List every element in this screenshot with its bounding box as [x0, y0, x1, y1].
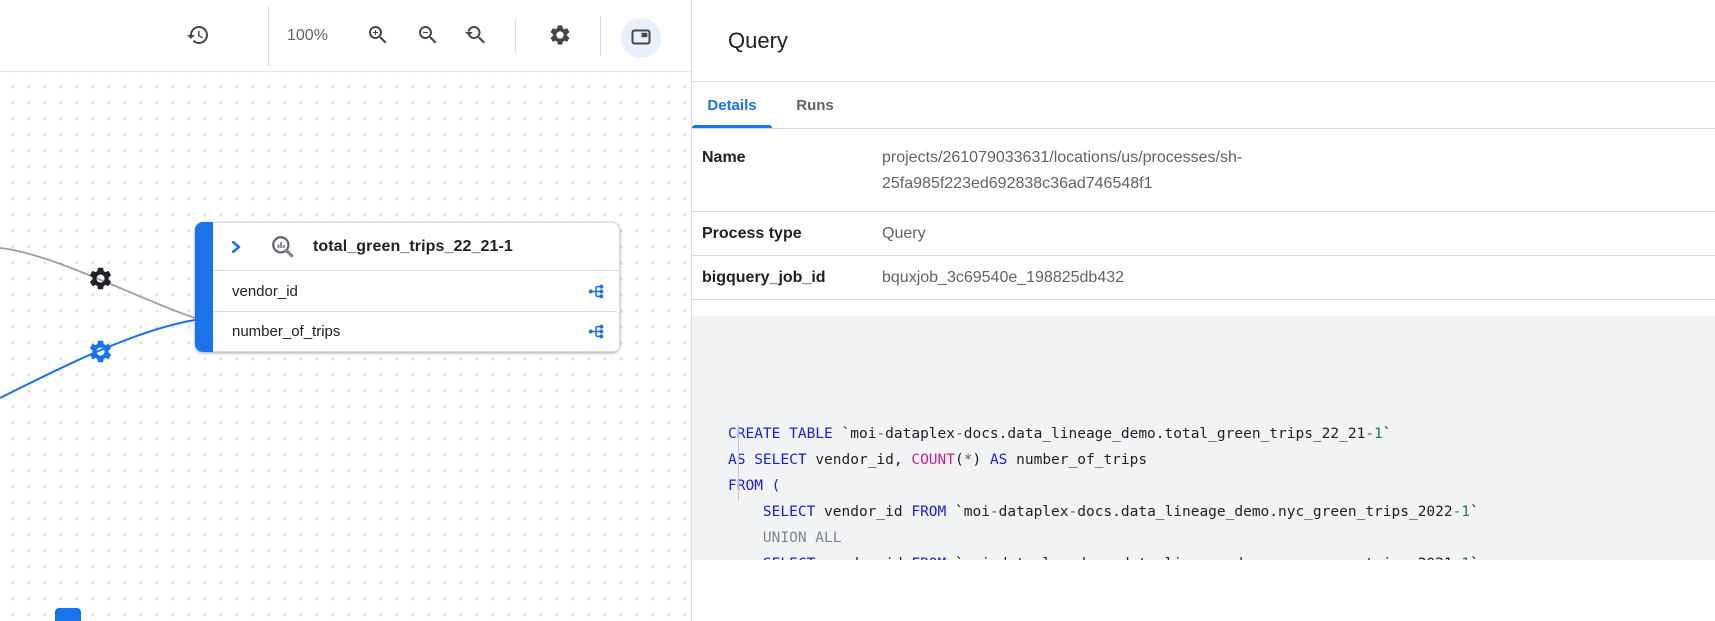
toolbar-divider — [515, 19, 516, 53]
zoom-level-label: 100% — [287, 0, 328, 72]
toggle-side-panel-icon — [629, 25, 653, 52]
sql-line: AS SELECT vendor_id, COUNT(*) AS number_… — [728, 447, 1696, 473]
sql-query-code: CREATE TABLE `moi-dataplex-docs.data_lin… — [692, 316, 1715, 560]
process-node-gear-icon[interactable] — [87, 265, 114, 292]
expand-chevron-icon[interactable] — [228, 239, 244, 255]
lineage-node-table[interactable]: total_green_trips_22_21-1 vendor_id numb… — [195, 222, 620, 352]
graph-settings-button[interactable] — [538, 14, 582, 58]
node-field-row[interactable]: vendor_id — [213, 271, 619, 311]
sql-line: CREATE TABLE `moi-dataplex-docs.data_lin… — [728, 421, 1696, 447]
detail-value-line: 25fa985f223ed692838c36ad746548f1 — [882, 171, 1242, 197]
detail-row-process-type: Process type Query — [692, 212, 1715, 256]
sql-line: UNION ALL — [728, 525, 1696, 551]
field-name: number_of_trips — [232, 323, 340, 340]
detail-label: Process type — [702, 225, 882, 243]
detail-value: Query — [882, 225, 926, 243]
toolbar-divider — [268, 6, 269, 66]
detail-value: bquxjob_3c69540e_198825db432 — [882, 269, 1124, 287]
sql-line: SELECT vendor_id FROM `moi-dataplex-docs… — [728, 551, 1696, 560]
code-indent-guide — [738, 425, 739, 501]
panel-title: Query — [728, 28, 788, 54]
lineage-graph-region: 100% — [0, 0, 691, 621]
node-selected-bar — [195, 222, 213, 352]
history-icon — [186, 23, 210, 50]
toggle-side-panel-button[interactable] — [621, 18, 661, 58]
detail-value-line: projects/261079033631/locations/us/proce… — [882, 145, 1242, 171]
field-name: vendor_id — [232, 283, 298, 300]
lineage-fanout-icon[interactable] — [588, 323, 605, 340]
history-button[interactable] — [176, 14, 220, 58]
process-node-gear-icon-selected[interactable] — [87, 338, 114, 365]
sql-line: SELECT vendor_id FROM `moi-dataplex-docs… — [728, 499, 1696, 525]
graph-toolbar: 100% — [0, 0, 691, 72]
zoom-out-icon — [416, 23, 440, 50]
detail-label: Name — [702, 145, 882, 197]
lineage-fanout-icon[interactable] — [588, 283, 605, 300]
detail-value: projects/261079033631/locations/us/proce… — [882, 145, 1242, 197]
tab-runs[interactable]: Runs — [772, 82, 858, 128]
zoom-in-button[interactable] — [356, 14, 400, 58]
settings-gear-icon — [548, 23, 572, 50]
zoom-reset-icon — [463, 23, 487, 50]
node-header[interactable]: total_green_trips_22_21-1 — [213, 223, 619, 271]
toolbar-divider — [600, 16, 601, 56]
details-side-panel: Query Details Runs Name projects/2610790… — [691, 0, 1715, 621]
offscreen-node-fragment — [55, 608, 81, 621]
node-field-row[interactable]: number_of_trips — [213, 311, 619, 351]
dataplex-lineage-screen: 100% — [0, 0, 1715, 621]
node-title: total_green_trips_22_21-1 — [313, 238, 513, 256]
bigquery-table-icon — [270, 234, 296, 260]
zoom-in-icon — [366, 23, 390, 50]
detail-row-name: Name projects/261079033631/locations/us/… — [692, 129, 1715, 212]
detail-row-bigquery-job-id: bigquery_job_id bquxjob_3c69540e_198825d… — [692, 256, 1715, 300]
detail-label: bigquery_job_id — [702, 269, 882, 287]
tab-details[interactable]: Details — [692, 82, 772, 128]
sql-code-lines: CREATE TABLE `moi-dataplex-docs.data_lin… — [728, 421, 1696, 560]
sql-line: FROM ( — [728, 473, 1696, 499]
zoom-out-button[interactable] — [406, 14, 450, 58]
lineage-canvas[interactable]: total_green_trips_22_21-1 vendor_id numb… — [0, 72, 691, 621]
zoom-reset-button[interactable] — [453, 14, 497, 58]
panel-tabs: Details Runs — [692, 82, 1715, 129]
panel-header: Query — [692, 0, 1715, 82]
